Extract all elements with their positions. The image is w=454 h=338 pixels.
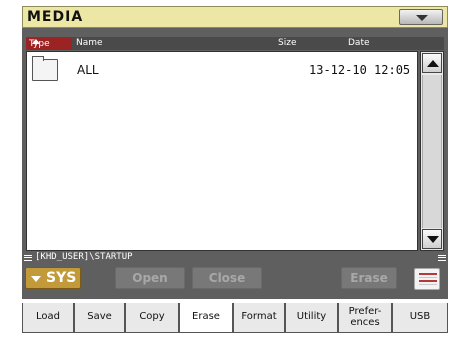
list-item[interactable]: ALL 13-12-10 12:05 [27,56,417,83]
scrollbar[interactable] [420,51,444,251]
column-header-date[interactable]: Date [348,38,370,48]
close-button[interactable]: Close [192,267,262,289]
page-title: MEDIA [27,9,84,25]
column-header-size[interactable]: Size [278,38,296,48]
tab-load[interactable]: Load [22,303,74,333]
tab-utility[interactable]: Utility [285,303,338,333]
arrow-down-icon [427,236,439,243]
tab-save[interactable]: Save [74,303,125,333]
device-select-button[interactable]: SYS [25,267,81,289]
open-button[interactable]: Open [115,267,185,289]
file-list: ALL 13-12-10 12:05 [26,51,418,251]
file-name: ALL [77,63,99,77]
tab-format[interactable]: Format [233,303,285,333]
tab-preferences-line2: ences [350,317,380,328]
chevron-down-icon [416,15,428,21]
lines-icon [24,255,32,261]
tab-preferences-line1: Prefer- [348,306,382,317]
column-header-name[interactable]: Name [76,38,103,48]
column-header-row: Type Name Size Date [26,37,444,50]
tab-erase[interactable]: Erase [179,303,233,333]
file-browser-panel: Type Name Size Date ALL 13-12-10 12:05 [… [22,28,448,299]
title-bar: MEDIA [22,6,448,28]
sort-ascending-icon [32,39,40,44]
media-screen: MEDIA Type Name Size Date ALL 13-12-10 1… [0,0,454,338]
page-menu-button[interactable] [399,9,443,25]
file-date: 13-12-10 12:05 [309,63,411,77]
scroll-down-button[interactable] [422,229,442,249]
tab-preferences[interactable]: Prefer-ences [338,303,392,333]
menu-lines-icon [438,255,446,261]
device-label: SYS [46,270,77,286]
column-header-type[interactable]: Type [26,38,72,50]
scroll-up-button[interactable] [422,53,442,73]
chevron-down-icon [31,276,41,282]
media-info-icon[interactable] [414,268,440,290]
current-path: [KHD_USER]\STARTUP [35,252,133,262]
path-bar: [KHD_USER]\STARTUP [22,252,448,264]
tab-bar: Load Save Copy Erase Format Utility Pref… [22,303,448,333]
folder-icon [32,56,58,81]
tab-copy[interactable]: Copy [125,303,179,333]
scroll-track[interactable] [422,75,442,228]
erase-button[interactable]: Erase [341,267,397,289]
arrow-up-icon [427,60,439,67]
tab-usb[interactable]: USB [392,303,448,333]
